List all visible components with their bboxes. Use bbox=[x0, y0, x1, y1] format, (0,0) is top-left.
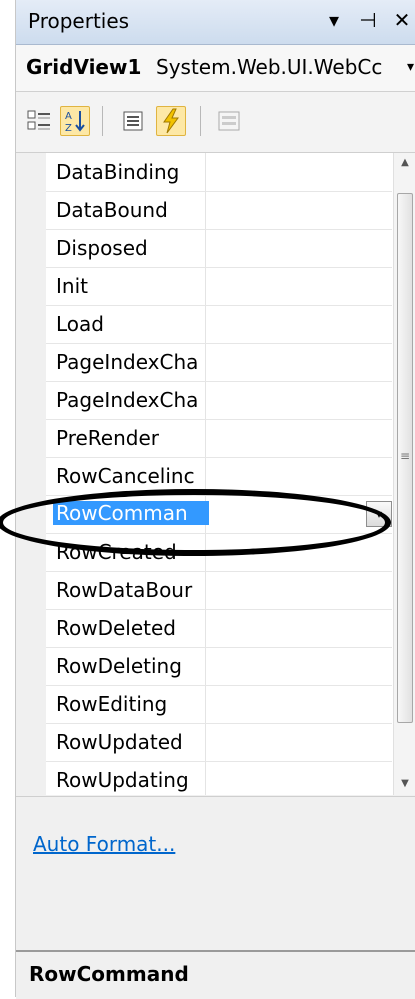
property-pages-button[interactable] bbox=[214, 106, 244, 136]
event-name: DataBound bbox=[56, 198, 168, 222]
event-name: RowComman bbox=[53, 501, 209, 525]
event-row[interactable]: Load bbox=[46, 305, 392, 344]
event-name: DataBinding bbox=[56, 160, 180, 184]
events-icon bbox=[163, 108, 179, 134]
description-title: RowCommand bbox=[29, 962, 189, 986]
properties-icon bbox=[123, 111, 143, 131]
pin-icon[interactable]: ⊣ bbox=[358, 8, 378, 32]
property-pages-icon bbox=[218, 111, 240, 131]
toolbar: A Z bbox=[16, 92, 415, 153]
event-name: Load bbox=[56, 312, 104, 336]
grip-icon: ≡ bbox=[400, 449, 411, 463]
event-row[interactable]: RowDataBour bbox=[46, 571, 392, 610]
event-row[interactable]: RowCancelinc bbox=[46, 457, 392, 496]
event-name: RowDeleting bbox=[56, 654, 182, 678]
svg-text:A: A bbox=[65, 111, 72, 122]
scroll-up-icon[interactable]: ▲ bbox=[394, 157, 415, 168]
object-selector[interactable]: GridView1 System.Web.UI.WebCc ▾ bbox=[16, 45, 415, 92]
categorized-button[interactable] bbox=[24, 106, 54, 136]
event-row[interactable]: DataBound bbox=[46, 191, 392, 230]
commands-pane: Auto Format... bbox=[16, 796, 415, 887]
event-name: RowUpdated bbox=[56, 730, 183, 754]
alphabetical-button[interactable]: A Z bbox=[60, 106, 90, 136]
auto-format-link[interactable]: Auto Format... bbox=[33, 832, 175, 856]
event-name: RowCreated bbox=[56, 540, 177, 564]
chevron-down-icon[interactable]: ▾ bbox=[366, 501, 392, 527]
event-row[interactable]: Disposed bbox=[46, 229, 392, 268]
event-name: PageIndexCha bbox=[56, 350, 199, 374]
object-type: System.Web.UI.WebCc bbox=[156, 55, 383, 79]
event-row[interactable]: RowComman ▾ bbox=[46, 495, 392, 534]
properties-button[interactable] bbox=[118, 106, 148, 136]
event-row[interactable]: PageIndexCha bbox=[46, 343, 392, 382]
scrollbar[interactable]: ▲ ≡ ▼ bbox=[393, 153, 415, 795]
event-name: RowDataBour bbox=[56, 578, 193, 602]
event-row[interactable]: RowUpdated bbox=[46, 723, 392, 762]
close-icon[interactable]: ✕ bbox=[392, 8, 412, 32]
alphabetical-icon: A Z bbox=[65, 111, 85, 134]
event-row[interactable]: DataBinding bbox=[46, 153, 392, 192]
description-pane: RowCommand bbox=[16, 950, 415, 999]
scroll-thumb[interactable]: ≡ bbox=[397, 193, 413, 723]
event-name: Init bbox=[56, 274, 88, 298]
event-name: PreRender bbox=[56, 426, 159, 450]
event-name: Disposed bbox=[56, 236, 148, 260]
window-title: Properties bbox=[28, 9, 130, 33]
event-name: RowDeleted bbox=[56, 616, 176, 640]
event-row[interactable]: Init bbox=[46, 267, 392, 306]
event-row[interactable]: RowDeleting bbox=[46, 647, 392, 686]
categorized-icon bbox=[27, 110, 50, 130]
scroll-down-icon[interactable]: ▼ bbox=[394, 778, 415, 789]
event-row[interactable]: RowDeleted bbox=[46, 609, 392, 648]
event-name: RowUpdating bbox=[56, 768, 189, 792]
events-button[interactable] bbox=[156, 106, 186, 136]
events-grid: DataBinding DataBound Disposed Init Load Page… bbox=[16, 153, 415, 795]
object-name: GridView1 bbox=[26, 55, 142, 79]
dropdown-arrow-icon[interactable]: ▾ bbox=[324, 8, 344, 32]
chevron-down-icon[interactable]: ▾ bbox=[407, 59, 414, 75]
event-name: RowCancelinc bbox=[56, 464, 195, 488]
event-row[interactable]: PageIndexCha bbox=[46, 381, 392, 420]
event-row[interactable]: PreRender bbox=[46, 419, 392, 458]
event-row[interactable]: RowCreated bbox=[46, 533, 392, 572]
event-name: PageIndexCha bbox=[56, 388, 199, 412]
event-row[interactable]: RowUpdating bbox=[46, 761, 392, 795]
event-name: RowEditing bbox=[56, 692, 168, 716]
event-row[interactable]: RowEditing bbox=[46, 685, 392, 724]
properties-window: Properties ▾ ⊣ ✕ GridView1 System.Web.UI… bbox=[15, 0, 415, 999]
svg-text:Z: Z bbox=[65, 123, 72, 134]
title-bar: Properties ▾ ⊣ ✕ bbox=[16, 0, 415, 45]
